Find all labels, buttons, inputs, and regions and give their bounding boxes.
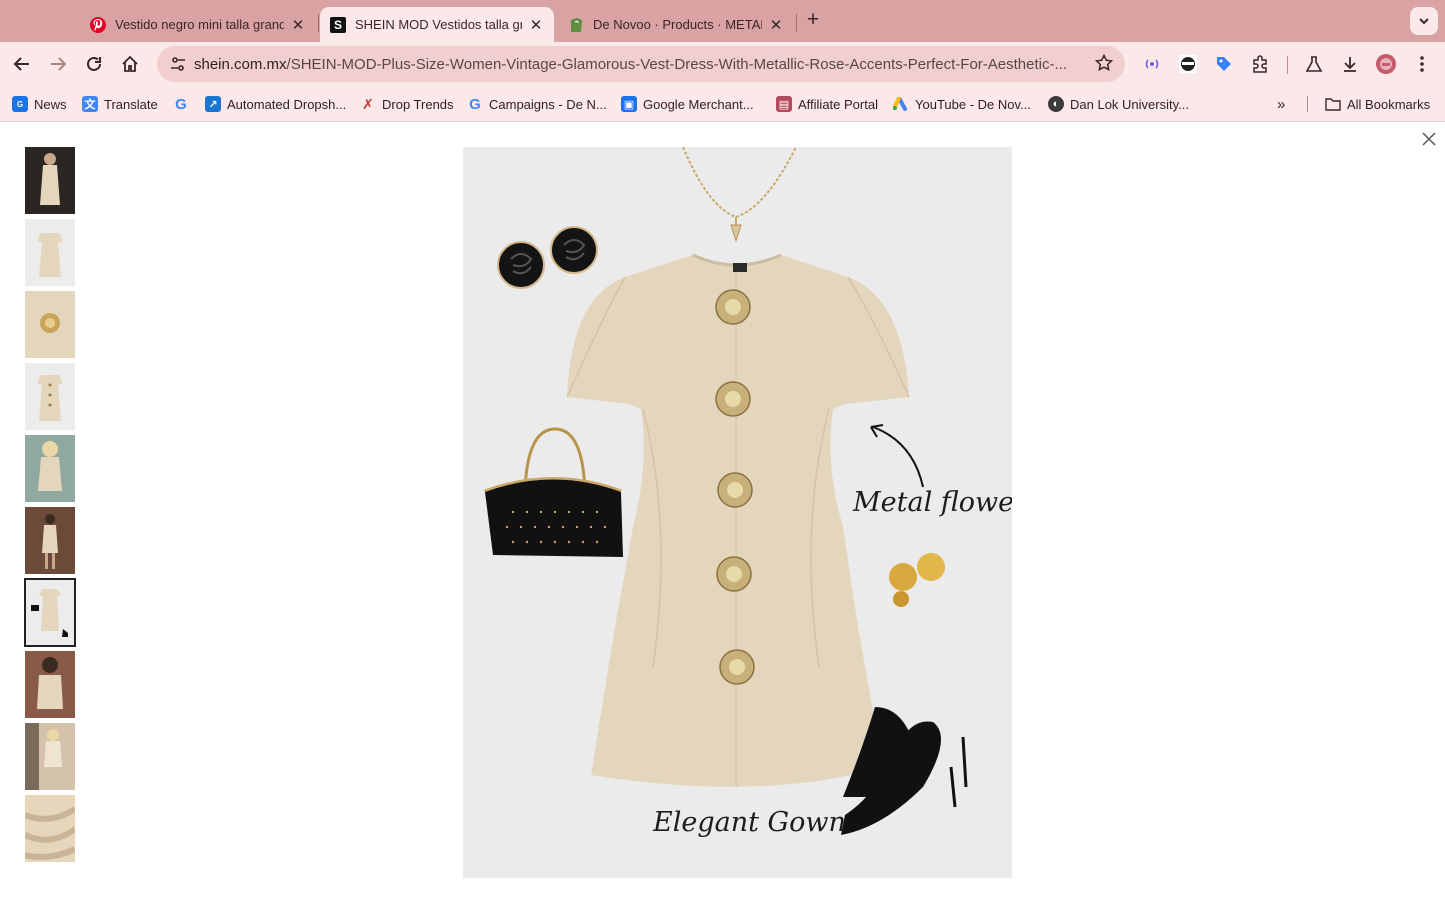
tab-pinterest[interactable]: Vestido negro mini talla grande ✕ xyxy=(80,7,316,42)
forward-arrow-icon xyxy=(51,57,67,71)
reload-button[interactable] xyxy=(80,50,108,78)
bookmark-google-merchant[interactable]: ▣ Google Merchant... xyxy=(621,95,754,113)
bookmarks-divider xyxy=(1307,96,1308,112)
tab-title: De Novoo · Products · METAL xyxy=(593,17,762,32)
translate-icon: 文 xyxy=(82,96,98,112)
thumbnail-3[interactable] xyxy=(25,291,75,358)
labs-flask-icon[interactable] xyxy=(1302,52,1326,76)
downloads-icon[interactable] xyxy=(1338,52,1362,76)
all-bookmarks[interactable]: All Bookmarks xyxy=(1325,95,1430,113)
merchant-icon: ▣ xyxy=(621,96,637,112)
folder-icon xyxy=(1325,96,1341,112)
new-tab-button[interactable]: + xyxy=(802,9,824,31)
forward-button[interactable] xyxy=(44,50,72,78)
thumbnail-10[interactable] xyxy=(25,795,75,862)
pinterest-icon xyxy=(90,16,106,33)
thumbnail-8[interactable] xyxy=(25,651,75,718)
url-path: /SHEIN-MOD-Plus-Size-Women-Vintage-Glamo… xyxy=(286,55,1067,73)
back-arrow-icon xyxy=(13,57,29,71)
bookmark-translate[interactable]: 文 Translate xyxy=(82,95,158,113)
tab-divider xyxy=(796,14,797,32)
more-bookmarks-chevron-icon[interactable]: » xyxy=(1277,95,1285,113)
bookmark-youtube[interactable]: YouTube - De Nov... xyxy=(893,95,1031,113)
globe-icon: ◐ xyxy=(1048,96,1064,112)
address-bar[interactable]: shein.com.mx/SHEIN-MOD-Plus-Size-Women-V… xyxy=(157,46,1125,82)
tag-extension-icon[interactable] xyxy=(1212,52,1236,76)
profile-avatar[interactable] xyxy=(1374,52,1398,76)
thumbnail-6[interactable] xyxy=(25,507,75,574)
tab-title: Vestido negro mini talla grande xyxy=(115,17,284,32)
shein-icon: S xyxy=(330,16,346,33)
close-tab-icon[interactable]: ✕ xyxy=(528,16,544,34)
thumbnail-9[interactable] xyxy=(25,723,75,790)
bookmark-label: News xyxy=(34,96,67,112)
close-tab-icon[interactable]: ✕ xyxy=(290,16,306,34)
google-ads-icon xyxy=(893,96,909,112)
podcast-extension-icon[interactable] xyxy=(1140,52,1164,76)
bookmark-label: Translate xyxy=(104,96,158,112)
ninja-extension-icon[interactable] xyxy=(1176,52,1200,76)
drop-trends-icon: ✗ xyxy=(362,95,374,112)
tab-shein[interactable]: S SHEIN MOD Vestidos talla grande ✕ xyxy=(320,7,554,42)
bookmark-label: Affiliate Portal xyxy=(798,96,878,112)
url-text: shein.com.mx/SHEIN-MOD-Plus-Size-Women-V… xyxy=(194,56,1084,73)
affiliate-icon: ▤ xyxy=(776,96,792,112)
bookmark-news[interactable]: G News xyxy=(12,95,67,113)
bookmark-label: Dan Lok University... xyxy=(1070,96,1189,112)
shopify-icon xyxy=(568,17,584,33)
site-info-icon[interactable] xyxy=(163,55,193,73)
close-tab-icon[interactable]: ✕ xyxy=(768,16,784,34)
bookmark-campaigns[interactable]: G Campaigns - De N... xyxy=(467,95,607,113)
all-bookmarks-label: All Bookmarks xyxy=(1347,96,1431,112)
google-icon: G xyxy=(175,95,187,113)
metal-flower-label: Metal flower xyxy=(853,487,1012,518)
bookmark-star-icon[interactable] xyxy=(1094,53,1114,77)
thumbnail-1[interactable] xyxy=(25,147,75,214)
extensions-puzzle-icon[interactable] xyxy=(1248,52,1272,76)
tab-strip: Vestido negro mini talla grande ✕ S SHEI… xyxy=(0,0,1445,42)
back-button[interactable] xyxy=(8,50,36,78)
automated-dropshipping-icon: ↗ xyxy=(205,96,221,112)
bookmark-google[interactable]: G xyxy=(173,95,189,113)
bookmark-label: YouTube - De Nov... xyxy=(915,96,1031,112)
home-button[interactable] xyxy=(116,50,144,78)
bookmark-dan-lok[interactable]: ◐ Dan Lok University... xyxy=(1048,95,1189,113)
url-host: shein.com.mx xyxy=(194,55,287,73)
thumbnail-2[interactable] xyxy=(25,219,75,286)
bookmark-label: Campaigns - De N... xyxy=(489,96,607,112)
tab-divider xyxy=(318,14,319,32)
tab-shopify[interactable]: De Novoo · Products · METAL ✕ xyxy=(558,7,794,42)
main-product-image: Metal flower Elegant Gown xyxy=(463,147,1012,878)
bookmark-drop-trends[interactable]: ✗ Drop Trends xyxy=(360,95,454,113)
thumbnail-4[interactable] xyxy=(25,363,75,430)
news-icon: G xyxy=(12,96,28,112)
toolbar-divider xyxy=(1287,56,1288,74)
elegant-gown-label: Elegant Gown xyxy=(653,807,846,838)
bookmark-label: Google Merchant... xyxy=(643,96,754,112)
bookmarks-bar: G News 文 Translate G ↗ Automated Dropsh.… xyxy=(0,86,1445,122)
thumbnail-7-selected[interactable] xyxy=(24,578,76,647)
bookmark-affiliate-portal[interactable]: ▤ Affiliate Portal xyxy=(776,95,878,113)
close-viewer-button[interactable] xyxy=(1419,129,1439,149)
home-icon xyxy=(122,55,138,72)
bookmark-label: Drop Trends xyxy=(382,96,454,112)
google-icon: G xyxy=(469,95,481,113)
browser-toolbar: shein.com.mx/SHEIN-MOD-Plus-Size-Women-V… xyxy=(0,42,1445,86)
reload-icon xyxy=(87,56,101,71)
tab-search-button[interactable] xyxy=(1410,7,1438,35)
tab-title: SHEIN MOD Vestidos talla grande xyxy=(355,17,522,32)
bookmark-automated-dropshipping[interactable]: ↗ Automated Dropsh... xyxy=(205,95,346,113)
bookmark-label: Automated Dropsh... xyxy=(227,96,347,112)
thumbnail-5[interactable] xyxy=(25,435,75,502)
browser-menu-icon[interactable] xyxy=(1410,52,1434,76)
close-icon xyxy=(1422,132,1436,146)
